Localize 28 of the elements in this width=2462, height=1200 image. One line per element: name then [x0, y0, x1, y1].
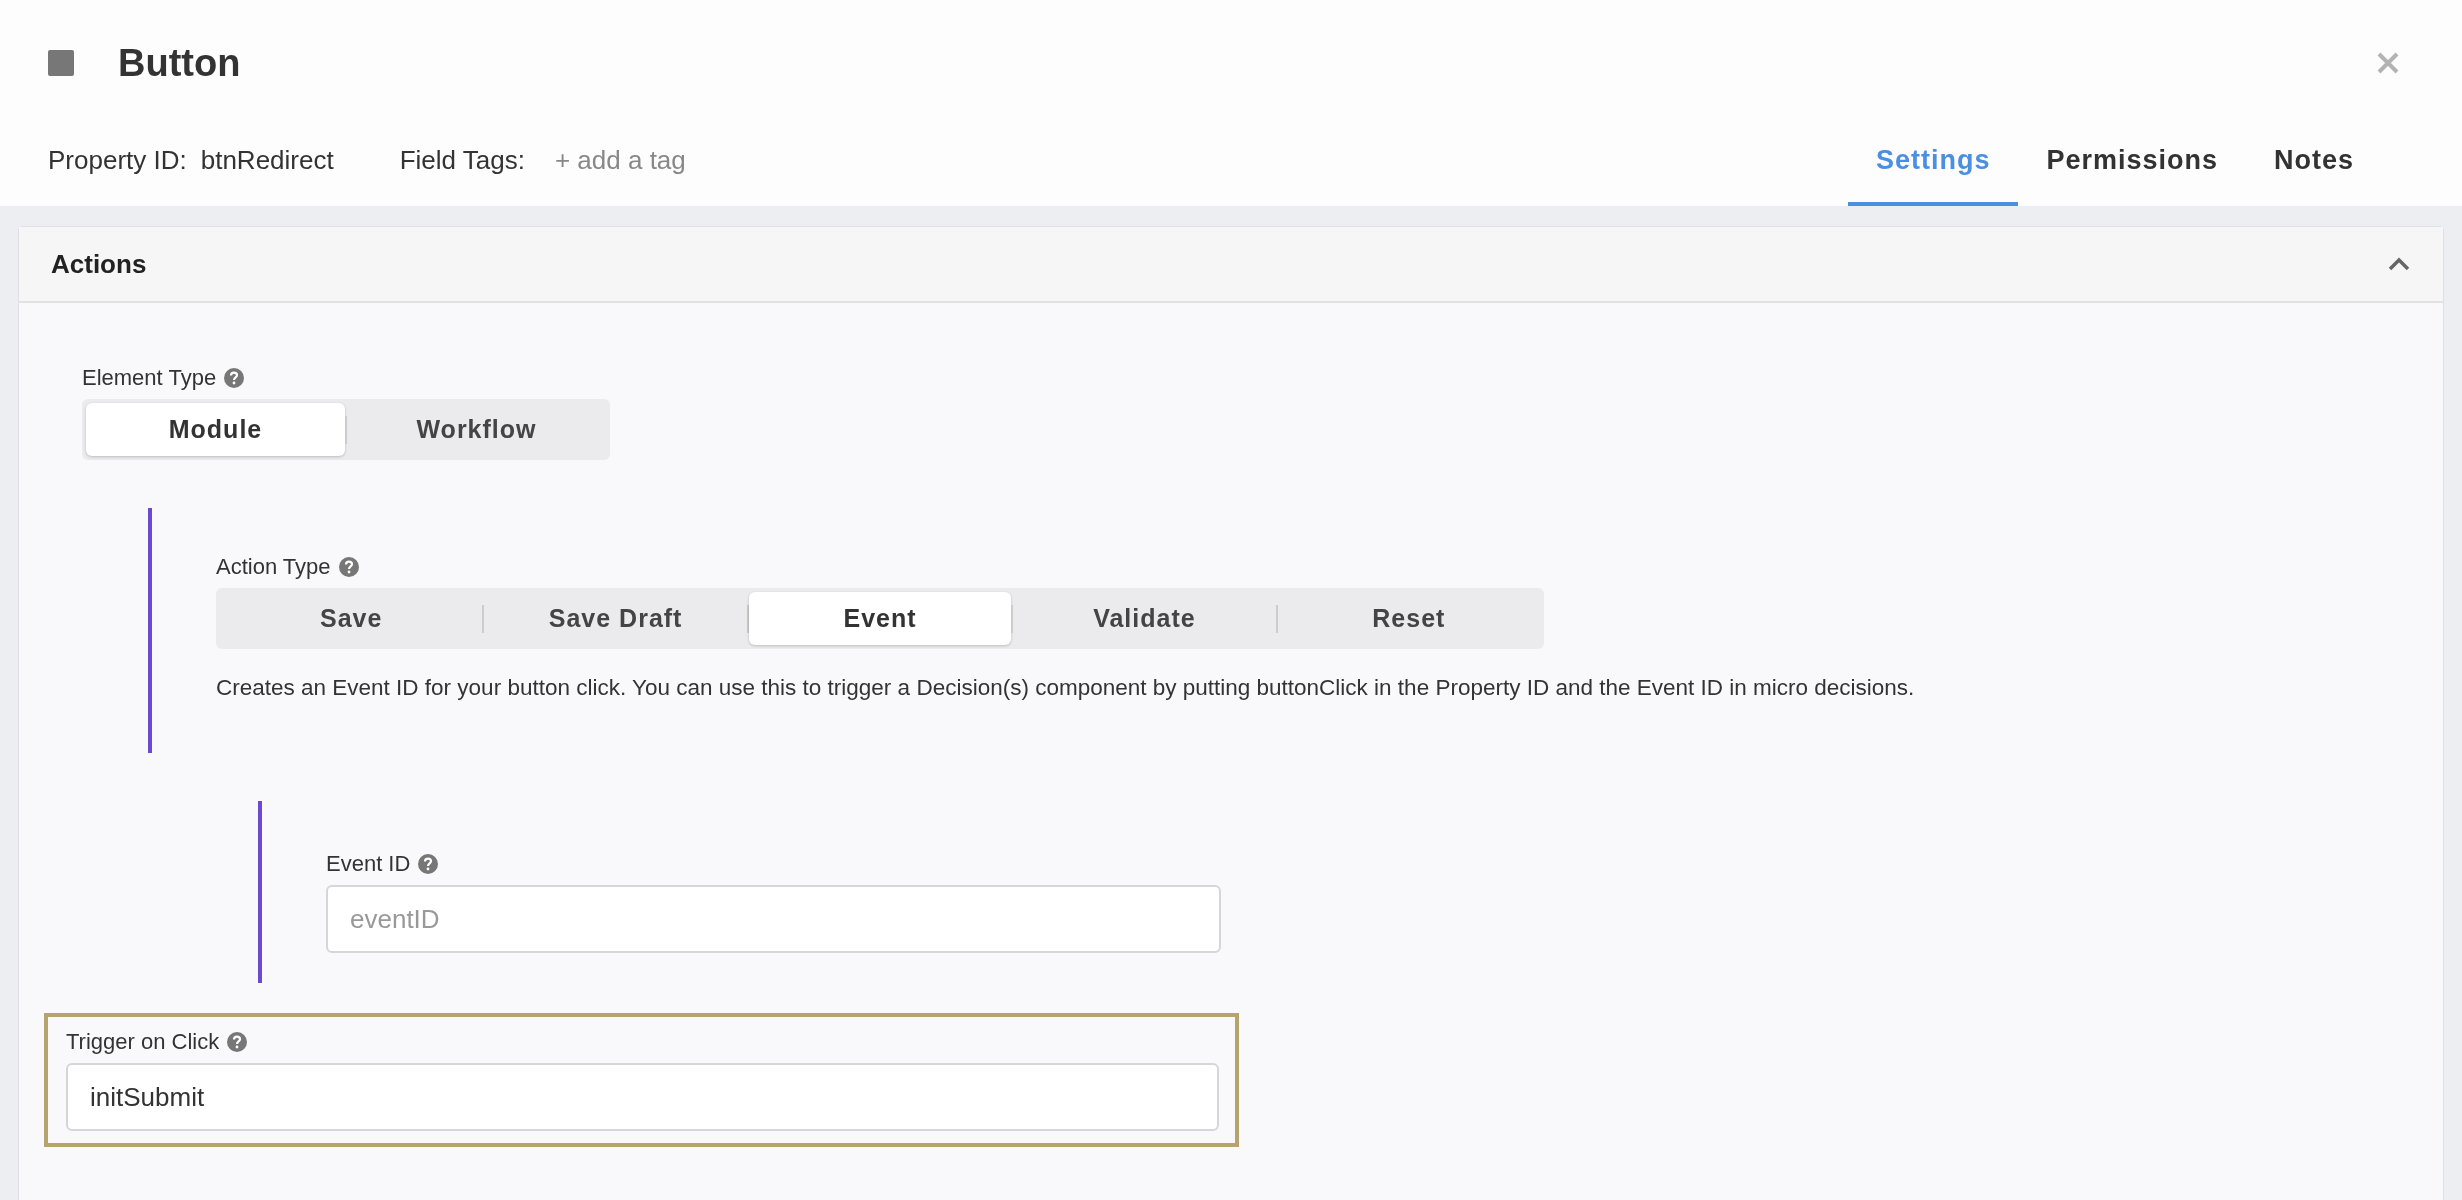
square-icon — [48, 50, 74, 76]
field-tags-label: Field Tags: — [399, 145, 525, 177]
help-icon[interactable] — [227, 1032, 248, 1052]
segment-option[interactable]: Workflow — [347, 403, 606, 456]
segment-option[interactable]: Module — [86, 403, 345, 456]
event-id-field[interactable]: eventID — [326, 885, 1221, 953]
field-label: Event ID — [326, 851, 411, 877]
tab[interactable]: Notes — [2246, 145, 2382, 206]
chevron-icon[interactable] — [2387, 256, 2411, 272]
field-label: Action Type — [216, 554, 331, 580]
property-id-label: Property ID: — [48, 145, 187, 177]
help-icon[interactable] — [338, 557, 359, 577]
segment-option[interactable]: Save — [220, 592, 483, 645]
trigger-on-click-field[interactable]: initSubmit — [66, 1063, 1219, 1131]
segment-option[interactable]: Save Draft — [484, 592, 747, 645]
tab[interactable]: Permissions — [2018, 145, 2246, 206]
segment-option[interactable]: Reset — [1277, 592, 1541, 645]
section-title: Actions — [51, 248, 147, 280]
segment-option[interactable]: Event — [748, 592, 1012, 645]
help-icon[interactable] — [418, 854, 439, 874]
segment-option[interactable]: Validate — [1013, 592, 1276, 645]
dialog-title: Button — [118, 41, 241, 85]
property-id-value: btnRedirect — [200, 145, 334, 177]
field-label: Element Type — [82, 365, 217, 391]
description-text: Creates an Event ID for your button click. You can use this to trigger a Decision(s) component by putting buttonClick in the Property ID and the Event ID in micro decisions. — [216, 675, 1916, 701]
section-header[interactable]: Actions — [19, 227, 2443, 303]
field-label: Trigger on Click — [66, 1029, 220, 1055]
help-icon[interactable] — [224, 368, 245, 388]
